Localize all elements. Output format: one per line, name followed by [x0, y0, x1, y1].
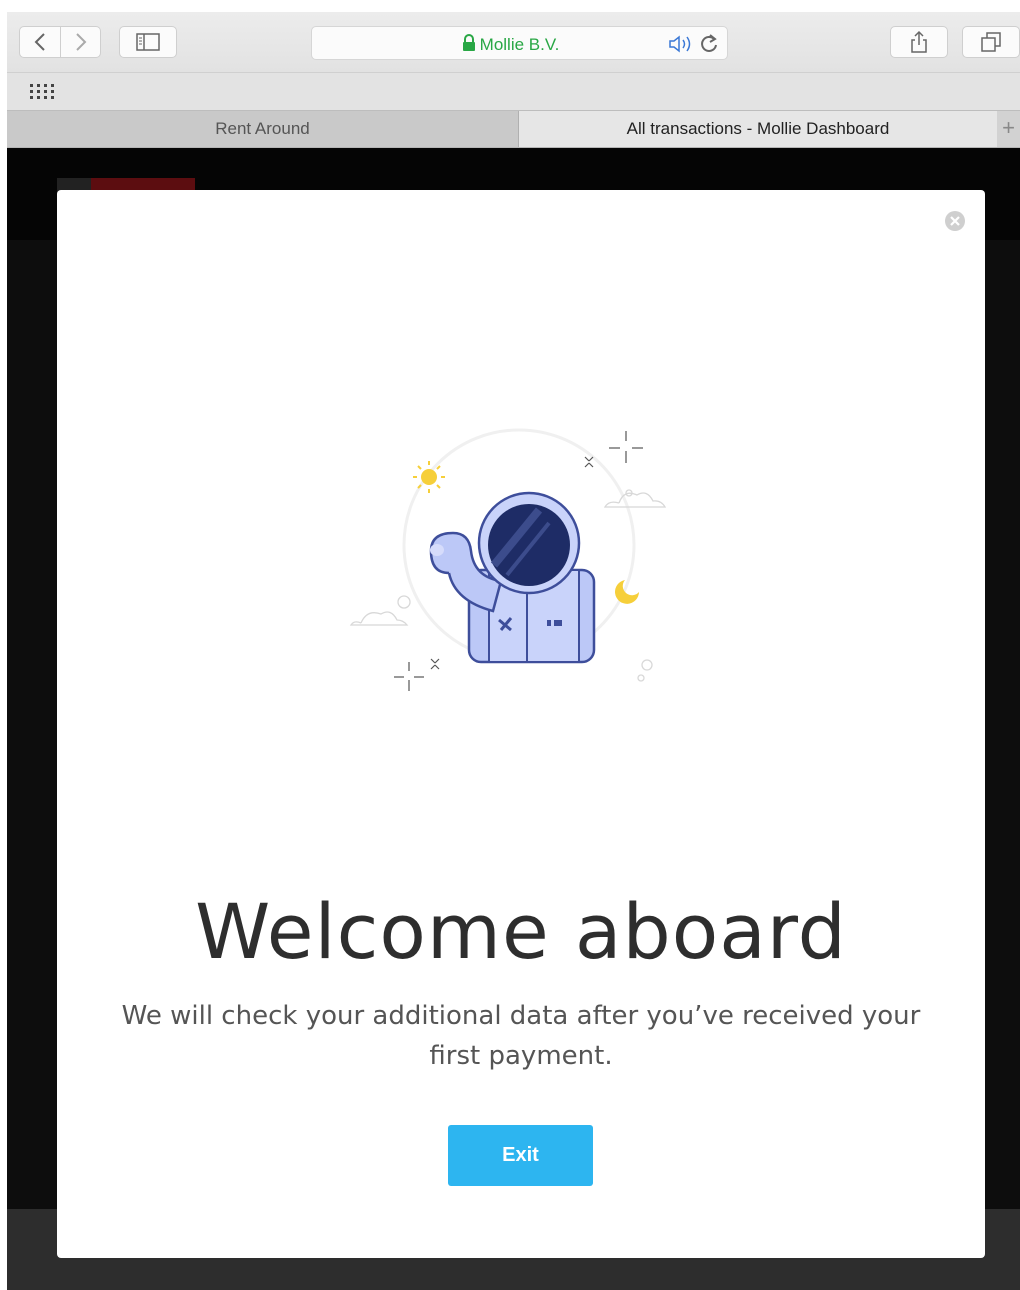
sidebar-button[interactable] — [119, 26, 177, 58]
audio-icon[interactable] — [668, 34, 696, 54]
tabs-overview-icon — [981, 32, 1001, 52]
address-bar[interactable]: Mollie B.V. — [311, 26, 728, 60]
tabs-overview-button[interactable] — [962, 26, 1020, 58]
close-icon[interactable] — [944, 210, 966, 232]
share-icon — [911, 30, 927, 53]
sidebar-icon — [136, 33, 160, 51]
tab-bar: Rent Around All transactions - Mollie Da… — [7, 110, 1020, 148]
site-name: Mollie B.V. — [479, 35, 560, 54]
share-button[interactable] — [890, 26, 948, 58]
modal-message: We will check your additional data after… — [121, 1001, 921, 1071]
back-icon — [34, 33, 45, 51]
tab-mollie-dashboard[interactable]: All transactions - Mollie Dashboard — [519, 111, 997, 147]
reload-icon[interactable] — [699, 33, 719, 55]
astronaut-waving-illustration — [349, 428, 667, 691]
exit-button[interactable]: Exit — [448, 1125, 593, 1186]
forward-button[interactable] — [61, 26, 101, 58]
browser-toolbar: Mollie B.V. — [7, 12, 1020, 72]
apps-grid-icon[interactable] — [29, 83, 55, 101]
bookmarks-bar — [7, 72, 1020, 110]
modal-title: Welcome aboard — [195, 887, 847, 976]
back-button[interactable] — [19, 26, 61, 58]
tab-rent-around[interactable]: Rent Around — [7, 111, 519, 147]
new-tab-button[interactable]: + — [997, 111, 1020, 147]
welcome-modal: Welcome aboard We will check your additi… — [57, 190, 985, 1258]
forward-icon — [75, 33, 86, 51]
